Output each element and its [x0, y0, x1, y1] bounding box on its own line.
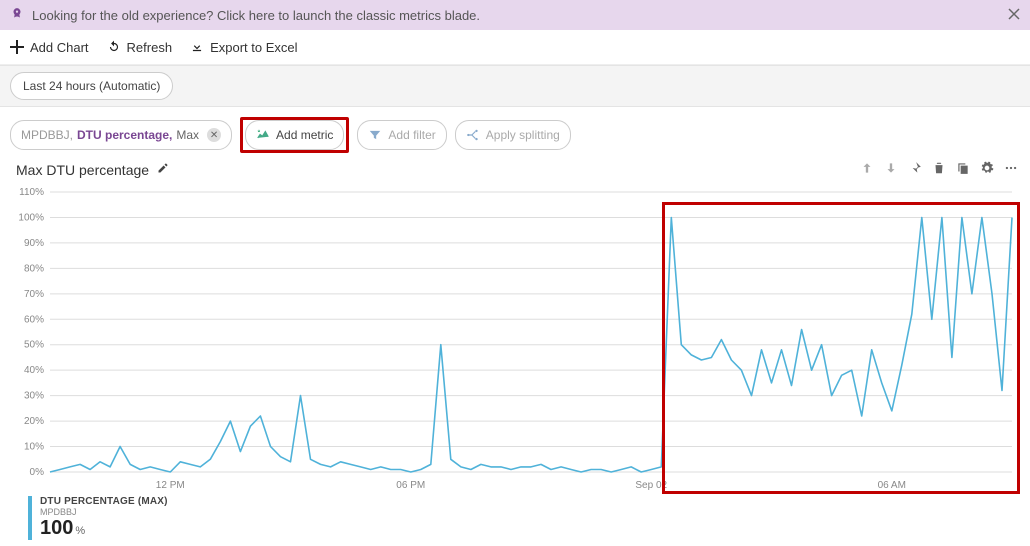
more-icon[interactable]	[1004, 161, 1018, 178]
svg-text:0%: 0%	[30, 467, 45, 478]
time-range-bar: Last 24 hours (Automatic)	[0, 65, 1030, 107]
apply-splitting-button[interactable]: Apply splitting	[455, 120, 571, 150]
pin-icon[interactable]	[908, 161, 922, 178]
filter-icon	[368, 128, 382, 142]
add-filter-button[interactable]: Add filter	[357, 120, 446, 150]
copy-icon[interactable]	[956, 161, 970, 178]
refresh-label: Refresh	[127, 40, 173, 55]
legend-series-name: DTU PERCENTAGE (MAX)	[40, 496, 168, 507]
trash-icon[interactable]	[932, 161, 946, 178]
metric-pill[interactable]: MPDBBJ, DTU percentage, Max ✕	[10, 120, 232, 150]
export-label: Export to Excel	[210, 40, 297, 55]
apply-splitting-label: Apply splitting	[486, 128, 560, 142]
metric-pills-row: MPDBBJ, DTU percentage, Max ✕ Add metric…	[0, 107, 1030, 157]
add-metric-button[interactable]: Add metric	[245, 120, 344, 150]
svg-text:40%: 40%	[24, 365, 44, 376]
add-chart-label: Add Chart	[30, 40, 89, 55]
svg-text:10%: 10%	[24, 442, 44, 453]
svg-text:30%: 30%	[24, 391, 44, 402]
chart-title: Max DTU percentage	[16, 162, 149, 178]
svg-text:06 PM: 06 PM	[396, 480, 425, 491]
add-metric-label: Add metric	[276, 128, 333, 142]
svg-text:50%: 50%	[24, 340, 44, 351]
arrow-down-icon[interactable]	[884, 161, 898, 178]
svg-text:80%: 80%	[24, 263, 44, 274]
svg-text:06 AM: 06 AM	[878, 480, 906, 491]
close-icon[interactable]	[1008, 8, 1020, 23]
banner-text: Looking for the old experience? Click he…	[32, 8, 480, 23]
toolbar: Add Chart Refresh Export to Excel	[0, 30, 1030, 65]
legend-unit: %	[75, 525, 85, 537]
gear-icon[interactable]	[980, 161, 994, 178]
chart-title-row: Max DTU percentage	[0, 157, 1030, 180]
svg-text:60%: 60%	[24, 314, 44, 325]
chart-area: 0% 10% 20% 30% 40% 50% 60% 70% 80% 90% 100% 110% 12 …	[12, 184, 1018, 494]
edit-title-icon[interactable]	[157, 162, 169, 177]
arrow-up-icon[interactable]	[860, 161, 874, 178]
rocket-icon	[10, 7, 24, 24]
highlight-add-metric: Add metric	[240, 117, 349, 153]
legend: DTU PERCENTAGE (MAX) MPDBBJ 100%	[28, 496, 1030, 540]
metric-db: MPDBBJ,	[21, 128, 73, 142]
svg-text:20%: 20%	[24, 416, 44, 427]
split-icon	[466, 128, 480, 142]
metric-name: DTU percentage,	[77, 128, 172, 142]
export-button[interactable]: Export to Excel	[190, 40, 297, 55]
add-metric-icon	[256, 128, 270, 142]
add-chart-button[interactable]: Add Chart	[10, 40, 89, 55]
remove-metric-icon[interactable]: ✕	[207, 128, 221, 142]
refresh-button[interactable]: Refresh	[107, 40, 173, 55]
legend-series-source: MPDBBJ	[40, 507, 168, 517]
chart-actions	[860, 161, 1018, 178]
svg-text:70%: 70%	[24, 289, 44, 300]
time-range-label: Last 24 hours (Automatic)	[23, 79, 160, 93]
svg-text:Sep 02: Sep 02	[635, 480, 667, 491]
svg-text:110%: 110%	[19, 187, 44, 198]
metric-agg: Max	[176, 128, 199, 142]
classic-banner[interactable]: Looking for the old experience? Click he…	[0, 0, 1030, 30]
legend-color-bar	[28, 496, 32, 540]
legend-value: 100	[40, 517, 73, 539]
metrics-line-chart: 0% 10% 20% 30% 40% 50% 60% 70% 80% 90% 100% 110% 12 …	[12, 184, 1018, 494]
svg-text:12 PM: 12 PM	[156, 480, 185, 491]
time-range-chip[interactable]: Last 24 hours (Automatic)	[10, 72, 173, 100]
svg-text:90%: 90%	[24, 238, 44, 249]
add-filter-label: Add filter	[388, 128, 435, 142]
svg-text:100%: 100%	[18, 212, 44, 223]
